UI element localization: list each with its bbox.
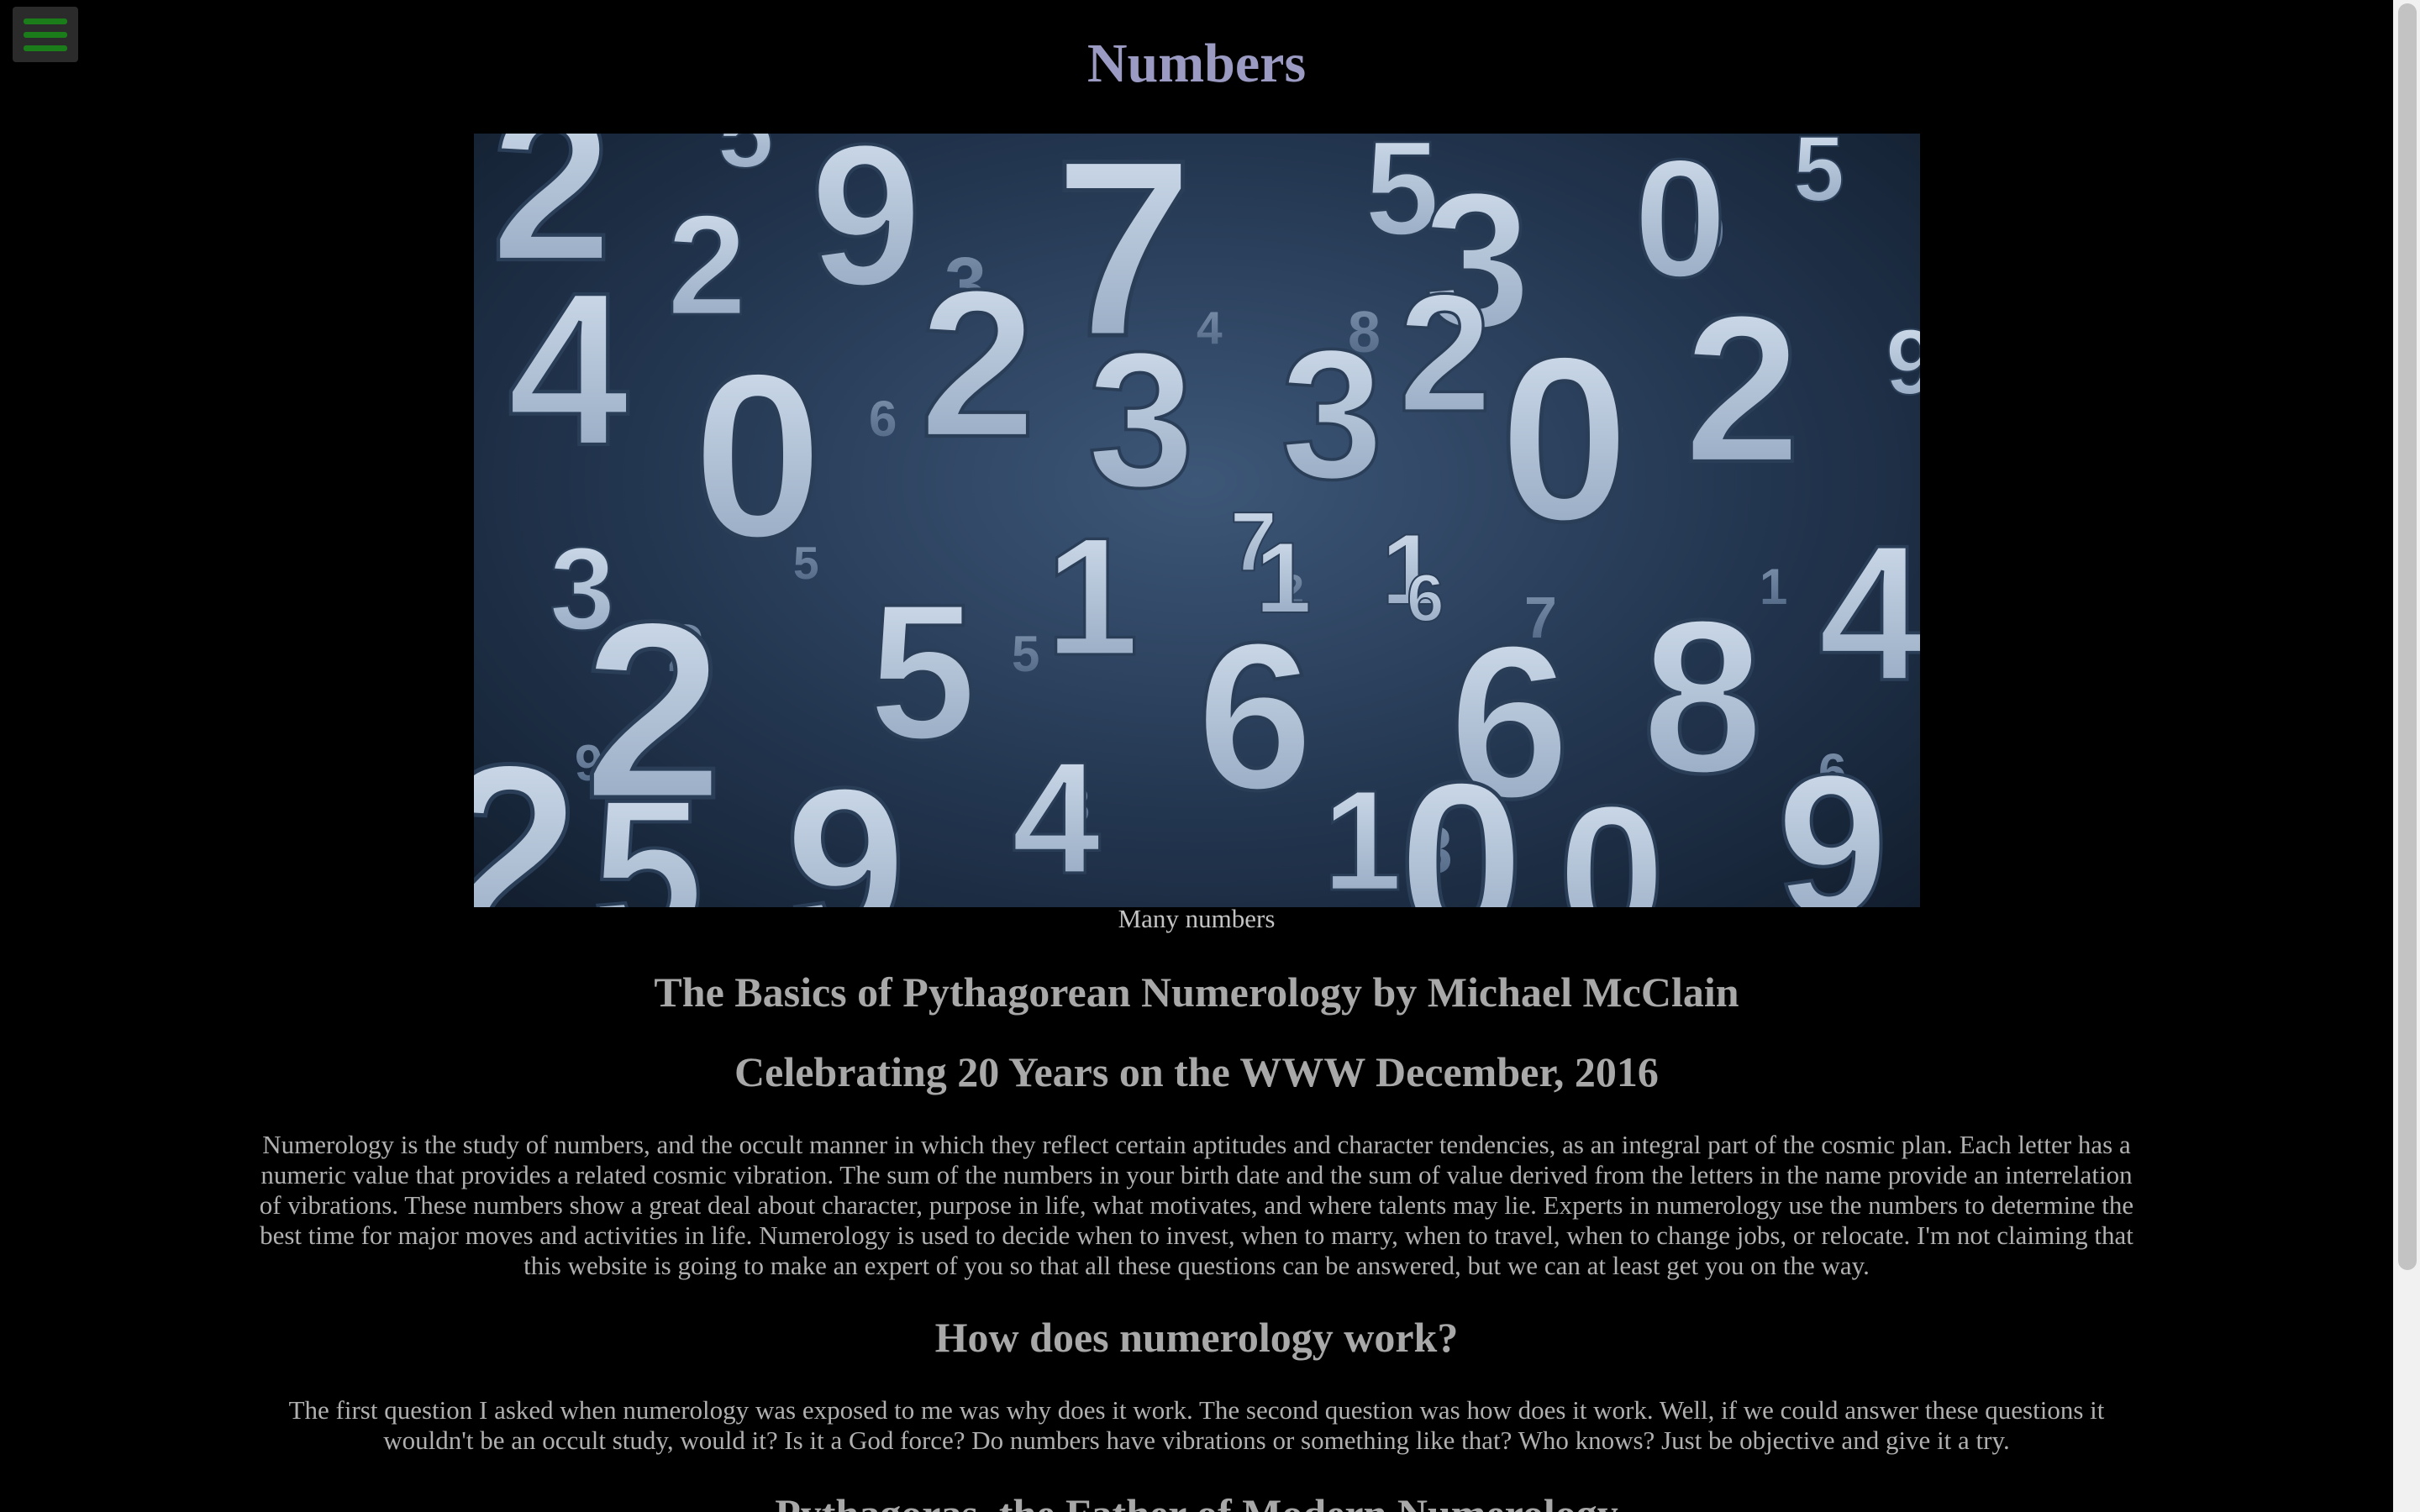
decorative-digit: 9 (785, 743, 907, 907)
decorative-digit: 7 (1230, 495, 1277, 589)
decorative-digit: 2 (1398, 260, 1491, 447)
how-it-works-paragraph: The first question I asked when numerolo… (288, 1395, 2105, 1455)
decorative-digit: 2 (667, 186, 747, 345)
vertical-scrollbar[interactable] (2393, 0, 2420, 1512)
decorative-digit: 9 (810, 134, 922, 328)
decorative-digit: 6 (1407, 560, 1444, 635)
decorative-digit: 4 (1012, 729, 1101, 907)
decorative-digit: 2 (919, 246, 1036, 480)
intro-paragraph: Numerology is the study of numbers, and … (259, 1130, 2134, 1280)
decorative-digit: 2 (474, 711, 581, 907)
numbers-illustration: 3869572140385692259753054202332029325161… (474, 134, 1920, 907)
decorative-digit: 3 (1281, 311, 1383, 517)
decorative-digit: 9 (1886, 311, 1920, 414)
decorative-digit: 0 (692, 325, 823, 587)
decorative-digit: 5 (592, 758, 703, 907)
hero-image: 3869572140385692259753054202332029325161… (474, 134, 1920, 907)
decorative-digit: 3 (1087, 312, 1195, 528)
scrollbar-thumb[interactable] (2398, 3, 2417, 1270)
decorative-digit: 1 (1760, 559, 1787, 615)
heading-basics: The Basics of Pythagorean Numerology by … (654, 969, 1739, 1016)
decorative-digit: 0 (1499, 308, 1630, 570)
page-title: Numbers (1086, 33, 1307, 94)
heading-pythagoras: Pythagoras, the Father of Modern Numerol… (0, 1489, 2393, 1512)
decorative-digit: 0 (1558, 765, 1665, 907)
decorative-digit: 1 (1323, 761, 1402, 907)
decorative-digit: 5 (718, 134, 774, 189)
decorative-digit: 4 (1197, 302, 1223, 354)
decorative-digit: 6 (869, 391, 897, 447)
decorative-digit: 0 (1398, 736, 1524, 907)
decorative-digit: 2 (1684, 271, 1801, 506)
decorative-digit: 1 (1045, 503, 1139, 690)
image-caption: Many numbers (1118, 904, 1276, 933)
decorative-digit: 5 (1012, 626, 1039, 682)
heading-how-it-works: How does numerology work? (934, 1314, 1459, 1361)
decorative-digit: 4 (1818, 505, 1920, 721)
decorative-digit: 5 (1793, 134, 1844, 221)
heading-anniversary: Celebrating 20 Years on the WWW December… (734, 1048, 1659, 1095)
decorative-digit: 4 (508, 248, 630, 491)
hamburger-menu-icon (24, 18, 67, 24)
decorative-digit: 9 (1776, 732, 1888, 907)
